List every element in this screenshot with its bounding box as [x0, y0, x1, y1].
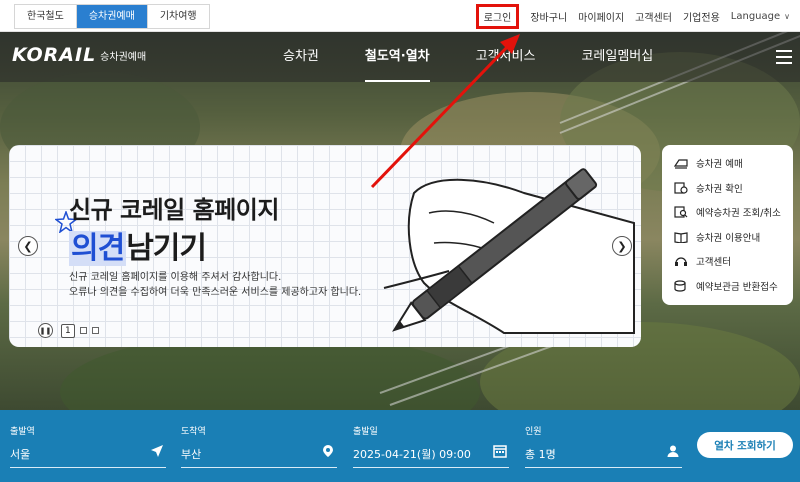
departure-date-label: 출발일 [353, 427, 378, 437]
site-tab-ticketing[interactable]: 승차권예매 [76, 5, 148, 28]
login-link[interactable]: 로그인 [475, 3, 520, 29]
main-navigation: KORAIL 승차권예매 승차권 철도역·열차 고객서비스 코레일멤버십 [0, 32, 800, 82]
ticket-check-icon [674, 182, 688, 194]
quick-item-ticket-guide[interactable]: 승차권 이용안내 [662, 225, 793, 250]
nav-item-customer-service[interactable]: 고객서비스 [453, 32, 559, 82]
site-tabs: 한국철도 승차권예매 기차여행 [14, 4, 210, 29]
location-arrow-icon [151, 445, 163, 457]
banner-controls: ❚❚ 1 [38, 323, 99, 338]
nav-item-membership[interactable]: 코레일멤버십 [558, 32, 676, 82]
calendar-icon [493, 445, 507, 458]
language-selector[interactable]: Language ∨ [731, 11, 790, 22]
train-ticket-icon [674, 159, 688, 169]
banner-title-highlight: 의견 [69, 231, 127, 266]
banner-prev-button[interactable]: ❮ [18, 236, 38, 256]
arrival-field[interactable]: 도착역 부산 [181, 424, 337, 468]
banner-description: 신규 코레일 홈페이지를 이용해 주셔서 감사합니다. 오류나 의견을 수집하여… [69, 270, 361, 300]
banner-desc-line2: 오류나 의견을 수집하여 더욱 만족스러운 서비스를 제공하고자 합니다. [69, 287, 362, 298]
chevron-right-icon: ❯ [617, 239, 627, 253]
site-tab-korail[interactable]: 한국철도 [15, 5, 77, 28]
quick-item-check-ticket[interactable]: 승차권 확인 [662, 176, 793, 201]
departure-date-field[interactable]: 출발일 2025-04-21(월) 09:00 [353, 424, 509, 468]
quick-item-label: 승차권 이용안내 [696, 232, 761, 244]
banner-page-dot-3[interactable] [91, 327, 99, 334]
quick-item-refund-request[interactable]: 예약보관금 반환접수 [662, 274, 793, 299]
banner-title-rest: 남기기 [126, 231, 207, 266]
nav-items: 승차권 철도역·열차 고객서비스 코레일멤버십 [260, 32, 676, 82]
passenger-label: 인원 [525, 427, 542, 437]
quick-item-label: 고객센터 [696, 257, 731, 269]
arrival-value: 부산 [181, 448, 202, 461]
departure-value: 서울 [10, 448, 31, 461]
hamburger-menu-icon[interactable] [776, 50, 792, 64]
promo-banner[interactable]: 신규 코레일 홈페이지 의견남기기 신규 코레일 홈페이지를 이용해 주셔서 감… [9, 145, 641, 347]
quick-menu: 승차권 예매 승차권 확인 예약승차권 조회/취소 승차권 이용안내 고객센터 … [662, 145, 793, 305]
utility-bar: 한국철도 승차권예매 기차여행 로그인 장바구니 마이페이지 고객센터 기업전용… [0, 0, 800, 32]
quick-item-label: 예약승차권 조회/취소 [696, 208, 781, 220]
hand-pencil-illustration [383, 168, 635, 334]
chevron-left-icon: ❮ [23, 239, 33, 253]
banner-page-number: 1 [61, 323, 75, 338]
departure-date-value: 2025-04-21(월) 09:00 [353, 448, 471, 461]
headset-icon [675, 257, 687, 267]
quick-item-book-ticket[interactable]: 승차권 예매 [662, 151, 793, 176]
banner-title-line2: 의견남기기 [69, 223, 207, 267]
passenger-value: 총 1명 [525, 448, 556, 461]
site-tab-travel[interactable]: 기차여행 [147, 5, 209, 28]
departure-field[interactable]: 출발역 서울 [10, 424, 166, 468]
quick-item-label: 예약보관금 반환접수 [696, 281, 778, 293]
language-label: Language [730, 10, 781, 22]
nav-item-stations-trains[interactable]: 철도역·열차 [342, 32, 453, 82]
map-pin-icon [323, 445, 333, 457]
support-link[interactable]: 고객센터 [635, 9, 672, 24]
banner-page-dot-2[interactable] [79, 327, 87, 334]
chevron-down-icon: ∨ [784, 11, 790, 21]
banner-title-line1: 신규 코레일 홈페이지 [69, 196, 279, 224]
banner-desc-line1: 신규 코레일 홈페이지를 이용해 주셔서 감사합니다. [69, 272, 282, 283]
guide-book-icon [674, 232, 688, 243]
arrival-label: 도착역 [181, 427, 206, 437]
quick-item-label: 승차권 예매 [696, 159, 743, 171]
search-trains-button[interactable]: 열차 조회하기 [697, 432, 793, 458]
nav-item-tickets[interactable]: 승차권 [260, 32, 342, 82]
user-icon [667, 445, 679, 457]
korail-logo[interactable]: KORAIL 승차권예매 [12, 44, 146, 66]
quick-item-customer-center[interactable]: 고객센터 [662, 249, 793, 274]
mypage-link[interactable]: 마이페이지 [578, 9, 624, 24]
departure-label: 출발역 [10, 427, 35, 437]
quick-item-reservation-lookup[interactable]: 예약승차권 조회/취소 [662, 200, 793, 225]
passenger-field[interactable]: 인원 총 1명 [525, 424, 682, 468]
quick-item-label: 승차권 확인 [696, 183, 743, 195]
business-link[interactable]: 기업전용 [683, 9, 720, 24]
logo-subtitle: 승차권예매 [100, 52, 147, 63]
coins-icon [674, 280, 686, 292]
logo-mark: KORAIL [12, 44, 97, 66]
banner-next-button[interactable]: ❯ [612, 236, 632, 256]
utility-links: 로그인 장바구니 마이페이지 고객센터 기업전용 Language ∨ [475, 0, 790, 32]
pause-button[interactable]: ❚❚ [38, 323, 53, 338]
reservation-search-icon [674, 206, 688, 218]
cart-link[interactable]: 장바구니 [530, 9, 567, 24]
